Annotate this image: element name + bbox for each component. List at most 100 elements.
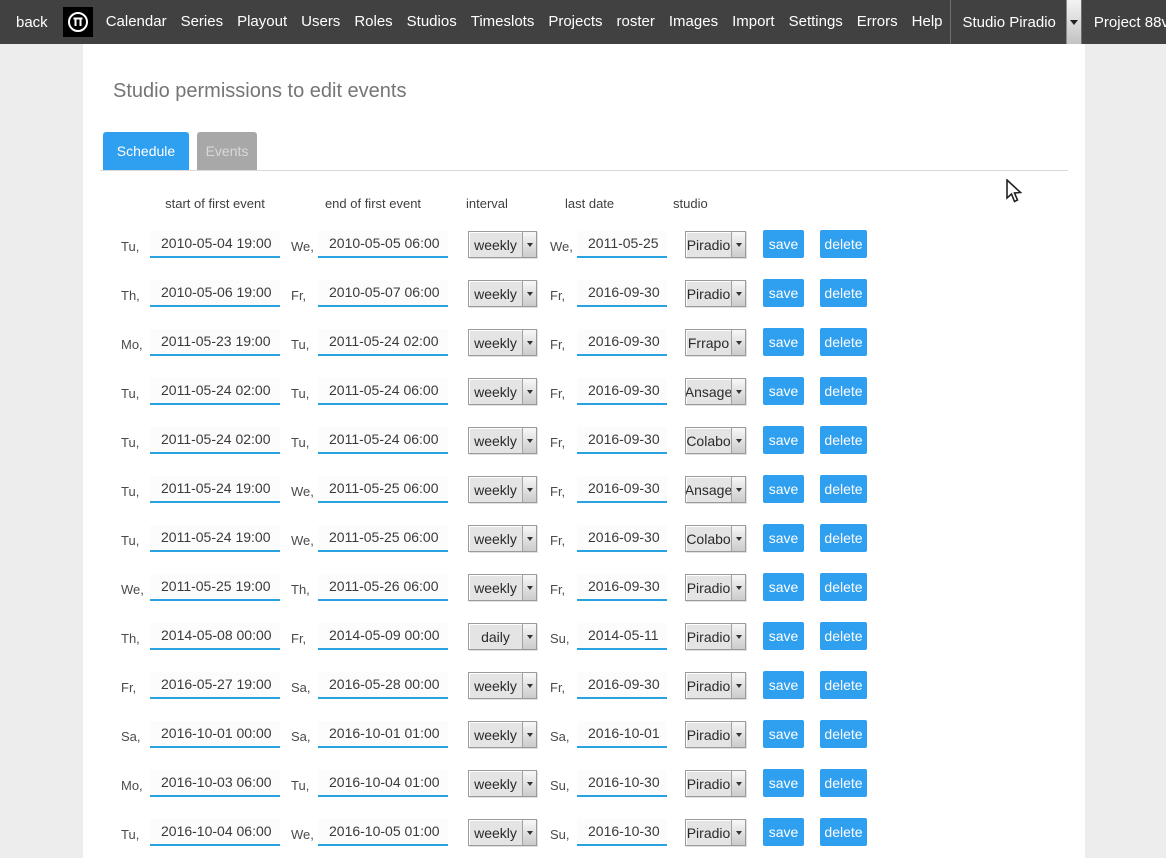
interval-select[interactable]: daily <box>468 623 537 650</box>
tab-events[interactable]: Events <box>197 132 257 170</box>
delete-button[interactable]: delete <box>820 475 867 503</box>
studio-select[interactable]: Piradio <box>685 721 746 748</box>
start-datetime-input[interactable] <box>150 623 280 650</box>
last-date-input[interactable] <box>577 721 667 748</box>
last-date-input[interactable] <box>577 623 667 650</box>
delete-button[interactable]: delete <box>820 573 867 601</box>
chevron-down-icon[interactable] <box>522 281 536 306</box>
last-date-input[interactable] <box>577 329 667 356</box>
chevron-down-icon[interactable] <box>731 771 745 796</box>
start-datetime-input[interactable] <box>150 819 280 846</box>
start-datetime-input[interactable] <box>150 280 280 307</box>
delete-button[interactable]: delete <box>820 622 867 650</box>
save-button[interactable]: save <box>763 328 804 356</box>
start-datetime-input[interactable] <box>150 378 280 405</box>
save-button[interactable]: save <box>763 230 804 258</box>
last-date-input[interactable] <box>577 819 667 846</box>
last-date-input[interactable] <box>577 231 667 258</box>
chevron-down-icon[interactable] <box>522 820 536 845</box>
piradio-logo[interactable] <box>63 7 93 37</box>
chevron-down-icon[interactable] <box>522 624 536 649</box>
start-datetime-input[interactable] <box>150 476 280 503</box>
end-datetime-input[interactable] <box>318 378 448 405</box>
nav-link-errors[interactable]: Errors <box>850 13 905 30</box>
start-datetime-input[interactable] <box>150 427 280 454</box>
last-date-input[interactable] <box>577 427 667 454</box>
studio-select[interactable]: Piradio <box>685 280 746 307</box>
interval-select[interactable]: weekly <box>468 280 537 307</box>
studio-select[interactable]: Frrapo <box>685 329 746 356</box>
studio-select[interactable]: Piradio <box>685 770 746 797</box>
save-button[interactable]: save <box>763 475 804 503</box>
save-button[interactable]: save <box>763 573 804 601</box>
end-datetime-input[interactable] <box>318 721 448 748</box>
interval-select[interactable]: weekly <box>468 819 537 846</box>
chevron-down-icon[interactable] <box>522 673 536 698</box>
save-button[interactable]: save <box>763 769 804 797</box>
studio-nav-select[interactable]: Studio Piradio <box>950 0 1081 44</box>
delete-button[interactable]: delete <box>820 769 867 797</box>
save-button[interactable]: save <box>763 818 804 846</box>
last-date-input[interactable] <box>577 770 667 797</box>
last-date-input[interactable] <box>577 672 667 699</box>
save-button[interactable]: save <box>763 720 804 748</box>
end-datetime-input[interactable] <box>318 280 448 307</box>
end-datetime-input[interactable] <box>318 770 448 797</box>
end-datetime-input[interactable] <box>318 427 448 454</box>
interval-select[interactable]: weekly <box>468 525 537 552</box>
end-datetime-input[interactable] <box>318 623 448 650</box>
studio-select[interactable]: Piradio <box>685 672 746 699</box>
start-datetime-input[interactable] <box>150 329 280 356</box>
end-datetime-input[interactable] <box>318 476 448 503</box>
end-datetime-input[interactable] <box>318 231 448 258</box>
studio-select[interactable]: Ansage <box>685 476 746 503</box>
nav-link-projects[interactable]: Projects <box>541 13 609 30</box>
chevron-down-icon[interactable] <box>522 771 536 796</box>
nav-link-settings[interactable]: Settings <box>782 13 850 30</box>
end-datetime-input[interactable] <box>318 672 448 699</box>
delete-button[interactable]: delete <box>820 720 867 748</box>
nav-link-roles[interactable]: Roles <box>347 13 399 30</box>
chevron-down-icon[interactable] <box>522 526 536 551</box>
chevron-down-icon[interactable] <box>731 232 745 257</box>
save-button[interactable]: save <box>763 524 804 552</box>
chevron-down-icon[interactable] <box>731 281 745 306</box>
nav-link-users[interactable]: Users <box>294 13 347 30</box>
chevron-down-icon[interactable] <box>522 330 536 355</box>
start-datetime-input[interactable] <box>150 231 280 258</box>
chevron-down-icon[interactable] <box>522 575 536 600</box>
start-datetime-input[interactable] <box>150 672 280 699</box>
back-link[interactable]: back <box>16 14 55 31</box>
studio-select[interactable]: Piradio <box>685 574 746 601</box>
interval-select[interactable]: weekly <box>468 574 537 601</box>
nav-link-timeslots[interactable]: Timeslots <box>464 13 542 30</box>
nav-link-import[interactable]: Import <box>725 13 782 30</box>
interval-select[interactable]: weekly <box>468 378 537 405</box>
chevron-down-icon[interactable] <box>731 428 745 453</box>
tab-schedule[interactable]: Schedule <box>103 132 189 170</box>
studio-select[interactable]: Piradio <box>685 623 746 650</box>
studio-select[interactable]: Ansage <box>685 378 746 405</box>
start-datetime-input[interactable] <box>150 721 280 748</box>
studio-select[interactable]: Colabo <box>685 525 746 552</box>
nav-link-series[interactable]: Series <box>174 13 231 30</box>
save-button[interactable]: save <box>763 671 804 699</box>
nav-link-playout[interactable]: Playout <box>230 13 294 30</box>
save-button[interactable]: save <box>763 377 804 405</box>
chevron-down-icon[interactable] <box>731 379 745 404</box>
nav-link-studios[interactable]: Studios <box>400 13 464 30</box>
project-nav-select[interactable]: Project 88vier <box>1081 0 1166 44</box>
delete-button[interactable]: delete <box>820 671 867 699</box>
chevron-down-icon[interactable] <box>522 379 536 404</box>
start-datetime-input[interactable] <box>150 770 280 797</box>
delete-button[interactable]: delete <box>820 377 867 405</box>
chevron-down-icon[interactable] <box>731 624 745 649</box>
end-datetime-input[interactable] <box>318 329 448 356</box>
interval-select[interactable]: weekly <box>468 721 537 748</box>
last-date-input[interactable] <box>577 525 667 552</box>
interval-select[interactable]: weekly <box>468 476 537 503</box>
interval-select[interactable]: weekly <box>468 329 537 356</box>
delete-button[interactable]: delete <box>820 524 867 552</box>
save-button[interactable]: save <box>763 622 804 650</box>
studio-select[interactable]: Piradio <box>685 819 746 846</box>
